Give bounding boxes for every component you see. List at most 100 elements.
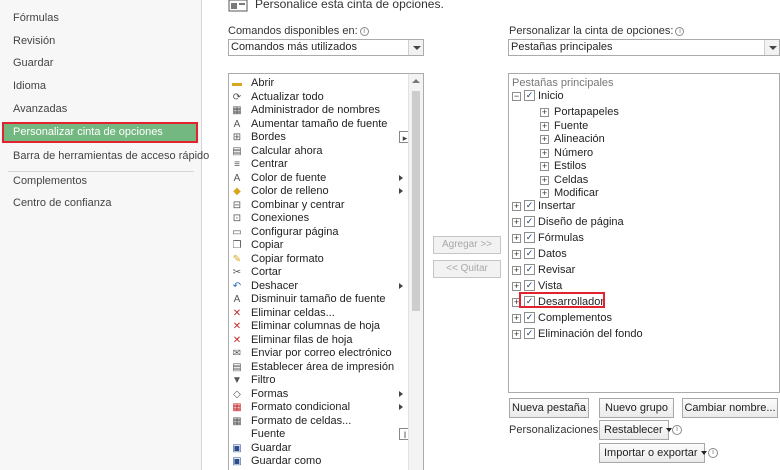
command-item[interactable]: ❐ Copiar bbox=[229, 239, 409, 253]
tree-node-label: Insertar bbox=[538, 200, 576, 212]
checkbox-checked-icon[interactable]: ✓ bbox=[524, 232, 535, 243]
command-item[interactable]: A Aumentar tamaño de fuente bbox=[229, 118, 409, 132]
command-item[interactable]: ▦ Administrador de nombres bbox=[229, 104, 409, 118]
tree-group-item[interactable]: + Fuente bbox=[509, 119, 769, 133]
command-item[interactable]: ▬ Abrir bbox=[229, 77, 409, 91]
scrollbar-thumb[interactable] bbox=[412, 91, 420, 311]
tree-group-item[interactable]: + Celdas bbox=[509, 173, 769, 187]
nav-item-centro-confianza[interactable]: Centro de confianza bbox=[0, 193, 200, 214]
checkbox-checked-icon[interactable]: ✓ bbox=[524, 264, 535, 275]
expand-icon[interactable]: + bbox=[512, 330, 521, 339]
expand-icon[interactable]: + bbox=[512, 234, 521, 243]
checkbox-checked-icon[interactable]: ✓ bbox=[524, 90, 535, 101]
tree-node-tab[interactable]: + ✓ Revisar bbox=[509, 263, 769, 277]
command-item[interactable]: ⊡ Conexiones bbox=[229, 212, 409, 226]
command-item[interactable]: ◇ Formas bbox=[229, 388, 409, 402]
command-item[interactable]: ✂ Cortar bbox=[229, 266, 409, 280]
chevron-down-icon[interactable] bbox=[408, 40, 423, 55]
expand-icon[interactable]: + bbox=[512, 202, 521, 211]
command-item[interactable]: ▦ Formato de celdas... bbox=[229, 415, 409, 429]
expand-icon[interactable]: + bbox=[512, 314, 521, 323]
expand-icon[interactable]: + bbox=[540, 108, 549, 117]
checkbox-checked-icon[interactable]: ✓ bbox=[524, 312, 535, 323]
collapse-icon[interactable]: − bbox=[512, 92, 521, 101]
command-item[interactable]: ✕ Eliminar celdas... bbox=[229, 307, 409, 321]
command-item[interactable]: ▼ Filtro bbox=[229, 374, 409, 388]
tree-node-tab[interactable]: + ✓ Diseño de página bbox=[509, 215, 769, 229]
command-item[interactable]: ▤ Establecer área de impresión bbox=[229, 361, 409, 375]
checkbox-checked-icon[interactable]: ✓ bbox=[524, 248, 535, 259]
command-item[interactable]: ✕ Eliminar filas de hoja bbox=[229, 334, 409, 348]
checkbox-checked-icon[interactable]: ✓ bbox=[524, 200, 535, 211]
nav-item-complementos[interactable]: Complementos bbox=[0, 171, 200, 192]
nav-item-idioma[interactable]: Idioma bbox=[0, 76, 200, 97]
expand-icon[interactable]: + bbox=[512, 266, 521, 275]
command-item[interactable]: ▤ Calcular ahora bbox=[229, 145, 409, 159]
checkbox-checked-icon[interactable]: ✓ bbox=[524, 328, 535, 339]
ribbon-tabs-dropdown[interactable]: Pestañas principales bbox=[508, 39, 780, 56]
command-item[interactable]: ✉ Enviar por correo electrónico bbox=[229, 347, 409, 361]
chevron-down-icon[interactable] bbox=[764, 40, 779, 55]
tree-node-tab[interactable]: + ✓ Eliminación del fondo bbox=[509, 327, 769, 341]
commands-scrollbar[interactable] bbox=[408, 74, 423, 470]
nav-item-avanzadas[interactable]: Avanzadas bbox=[0, 99, 200, 120]
nav-item-revision[interactable]: Revisión bbox=[0, 31, 200, 52]
command-item[interactable]: ⟳ Actualizar todo bbox=[229, 91, 409, 105]
command-item[interactable]: ▭ Configurar página bbox=[229, 226, 409, 240]
nav-item-personalizar-cinta[interactable]: Personalizar cinta de opciones bbox=[2, 122, 198, 143]
nav-item-barra-acceso-rapido[interactable]: Barra de herramientas de acceso rápido bbox=[0, 146, 209, 167]
ribbon-tabs-tree[interactable]: Pestañas principales − ✓ Inicio + Portapa… bbox=[508, 73, 780, 393]
reset-dropdown-button[interactable]: Restablecer bbox=[599, 420, 672, 440]
command-label: Color de fuente bbox=[251, 171, 327, 184]
tree-node-inicio[interactable]: − ✓ Inicio bbox=[509, 89, 769, 103]
command-item[interactable]: ⊟ Combinar y centrar bbox=[229, 199, 409, 213]
tree-node-tab[interactable]: + ✓ Complementos bbox=[509, 311, 769, 325]
tree-group-item[interactable]: + Alineación bbox=[509, 132, 769, 146]
command-item[interactable]: ⊞ Bordes ▸ bbox=[229, 131, 411, 145]
info-icon: i bbox=[708, 448, 718, 458]
nav-item-guardar[interactable]: Guardar bbox=[0, 53, 200, 74]
command-item[interactable]: ↶ Deshacer bbox=[229, 280, 409, 294]
expand-icon[interactable]: + bbox=[540, 135, 549, 144]
tree-group-item[interactable]: + Número bbox=[509, 146, 769, 160]
expand-icon[interactable]: + bbox=[540, 148, 549, 158]
tree-group-item[interactable]: + Estilos bbox=[509, 159, 769, 173]
tree-node-tab[interactable]: + ✓ Datos bbox=[509, 247, 769, 261]
command-item[interactable]: Fuente I bbox=[229, 428, 411, 442]
expand-icon[interactable]: + bbox=[540, 121, 549, 131]
tree-node-tab[interactable]: + ✓ Fórmulas bbox=[509, 231, 769, 245]
new-group-button[interactable]: Nuevo grupo bbox=[599, 398, 674, 418]
command-label: Formato de celdas... bbox=[251, 414, 352, 427]
command-item[interactable]: A Color de fuente bbox=[229, 172, 409, 186]
command-item[interactable]: A Disminuir tamaño de fuente bbox=[229, 293, 409, 307]
tree-node-tab[interactable]: + ✓ Vista bbox=[509, 279, 769, 293]
command-item[interactable]: ▦ Formato condicional bbox=[229, 401, 409, 415]
new-tab-button[interactable]: Nueva pestaña bbox=[509, 398, 589, 418]
command-item[interactable]: ◆ Color de relleno bbox=[229, 185, 409, 199]
command-item[interactable]: ▣ Guardar bbox=[229, 442, 409, 456]
tree-node-tab[interactable]: + ✓ Insertar bbox=[509, 199, 769, 213]
checkbox-checked-icon[interactable]: ✓ bbox=[524, 280, 535, 291]
info-icon: i bbox=[675, 27, 685, 36]
expand-icon[interactable]: + bbox=[540, 175, 549, 185]
tree-group-item[interactable]: + Portapapeles bbox=[509, 105, 769, 119]
add-button[interactable]: Agregar >> bbox=[433, 236, 501, 254]
expand-icon[interactable]: + bbox=[540, 189, 549, 198]
expand-icon[interactable]: + bbox=[512, 218, 521, 227]
tree-group-item[interactable]: + Modificar bbox=[509, 186, 769, 200]
expand-icon[interactable]: + bbox=[512, 282, 521, 291]
rename-button[interactable]: Cambiar nombre... bbox=[682, 398, 778, 418]
nav-item-formulas[interactable]: Fórmulas bbox=[0, 8, 200, 29]
scroll-up-icon[interactable] bbox=[412, 79, 420, 83]
checkbox-checked-icon[interactable]: ✓ bbox=[524, 216, 535, 227]
import-export-dropdown-button[interactable]: Importar o exportar bbox=[599, 443, 707, 463]
command-item[interactable]: ✎ Copiar formato bbox=[229, 253, 409, 267]
command-item[interactable]: ▣ Guardar como bbox=[229, 455, 409, 469]
commands-source-dropdown[interactable]: Comandos más utilizados bbox=[228, 39, 424, 56]
command-item[interactable]: ≡ Centrar bbox=[229, 158, 409, 172]
remove-button[interactable]: << Quitar bbox=[433, 260, 501, 278]
expand-icon[interactable]: + bbox=[540, 162, 549, 171]
commands-list[interactable]: ▬ Abrir ⟳ Actualizar todo ▦ Administrador d… bbox=[228, 73, 424, 470]
expand-icon[interactable]: + bbox=[512, 250, 521, 259]
command-item[interactable]: ✕ Eliminar columnas de hoja bbox=[229, 320, 409, 334]
